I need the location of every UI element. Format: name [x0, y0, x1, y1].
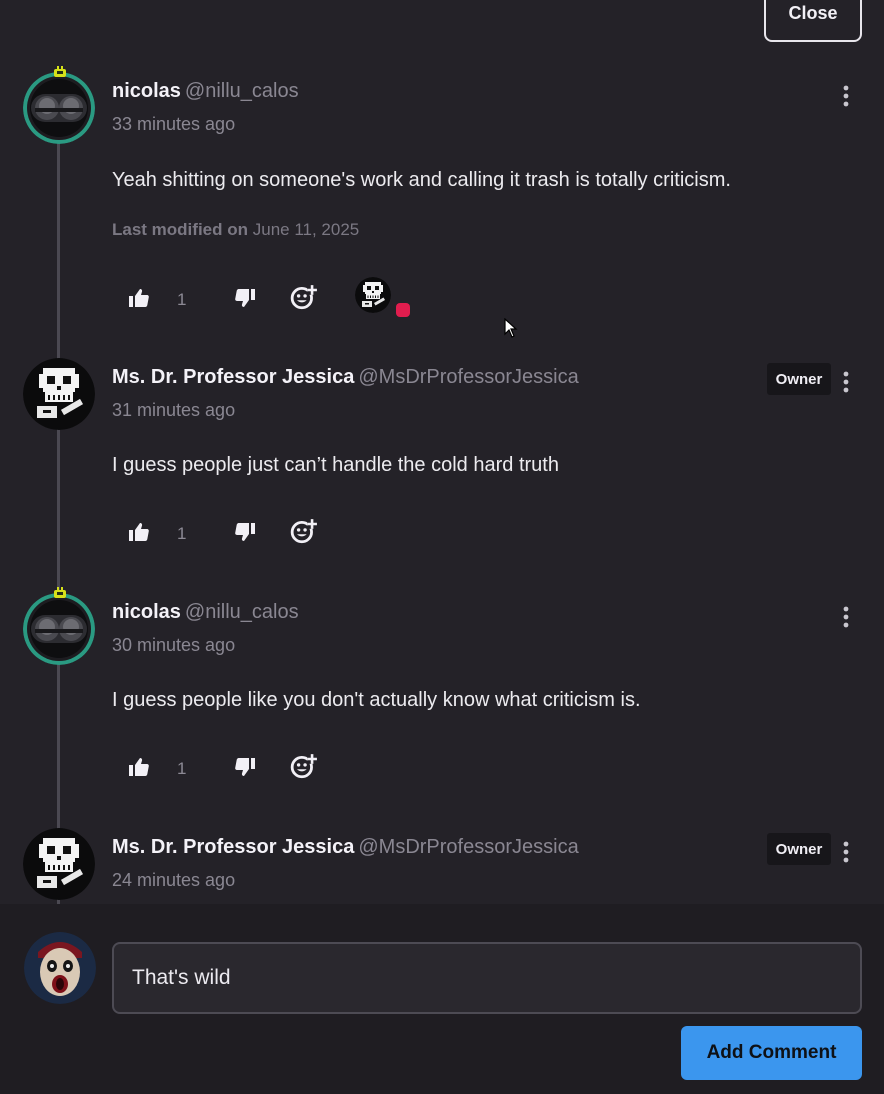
author-handle[interactable]: @MsDrProfessorJessica	[358, 836, 578, 858]
author-handle[interactable]: @nillu_calos	[185, 601, 299, 623]
last-modified-label: Last modified on	[112, 220, 248, 239]
more-options-icon[interactable]	[834, 605, 858, 629]
more-options-icon[interactable]	[834, 370, 858, 394]
author-name[interactable]: Ms. Dr. Professor Jessica	[112, 836, 354, 858]
owner-badge: Owner	[767, 363, 831, 395]
comment-timestamp: 30 minutes ago	[112, 635, 236, 655]
comment-author: nicolas @nillu_calos	[112, 80, 299, 103]
comment-text: Yeah shitting on someone's work and call…	[112, 169, 731, 191]
author-handle[interactable]: @MsDrProfessorJessica	[358, 366, 578, 388]
reaction-avatar[interactable]	[355, 277, 391, 313]
comment-text: I guess people like you don't actually k…	[112, 689, 641, 711]
robot-avatar-icon	[23, 593, 95, 665]
more-options-icon[interactable]	[834, 840, 858, 864]
comment-author: Ms. Dr. Professor Jessica @MsDrProfessorJ…	[112, 836, 579, 859]
owner-badge: Owner	[767, 833, 831, 865]
add-reaction-icon[interactable]	[290, 752, 318, 780]
comment-input[interactable]	[112, 942, 862, 1014]
skeleton-avatar-icon	[23, 358, 95, 430]
thumbs-down-icon[interactable]	[233, 755, 257, 779]
avatar[interactable]	[23, 593, 95, 665]
skeleton-avatar-icon	[23, 828, 95, 900]
add-reaction-icon[interactable]	[290, 517, 318, 545]
add-comment-button[interactable]: Add Comment	[681, 1026, 862, 1080]
current-user-avatar	[24, 932, 96, 1004]
more-options-icon[interactable]	[834, 84, 858, 108]
comment-text: I guess people just can’t handle the col…	[112, 454, 559, 476]
thread-line	[57, 140, 60, 910]
comment-timestamp: 33 minutes ago	[112, 114, 236, 134]
comment-timestamp: 24 minutes ago	[112, 870, 236, 890]
crown-icon	[54, 587, 66, 598]
author-name[interactable]: nicolas	[112, 80, 181, 102]
thumbs-up-icon[interactable]	[127, 286, 151, 310]
add-reaction-icon[interactable]	[290, 283, 318, 311]
comment-author: nicolas @nillu_calos	[112, 601, 299, 624]
like-count: 1	[177, 290, 187, 309]
like-count: 1	[177, 524, 187, 543]
like-count: 1	[177, 759, 187, 778]
close-button[interactable]: Close	[764, 0, 862, 42]
comment-author: Ms. Dr. Professor Jessica @MsDrProfessorJ…	[112, 366, 579, 389]
avatar[interactable]	[23, 72, 95, 144]
comment-actions: 1	[112, 514, 432, 554]
robot-avatar-icon	[23, 72, 95, 144]
skeleton-reaction-icon	[355, 277, 391, 313]
comment-timestamp: 31 minutes ago	[112, 400, 236, 420]
crown-icon	[54, 66, 66, 77]
author-name[interactable]: nicolas	[112, 601, 181, 623]
clown-avatar-icon	[24, 932, 96, 1004]
comment-actions: 1	[112, 280, 432, 320]
avatar[interactable]	[23, 358, 95, 430]
thumbs-down-icon[interactable]	[233, 520, 257, 544]
author-name[interactable]: Ms. Dr. Professor Jessica	[112, 366, 354, 388]
comment-composer: Add Comment	[0, 904, 884, 1094]
comment-actions: 1	[112, 749, 432, 789]
avatar[interactable]	[23, 828, 95, 900]
last-modified: Last modified on June 11, 2025	[112, 220, 359, 240]
thumbs-up-icon[interactable]	[127, 755, 151, 779]
thumbs-down-icon[interactable]	[233, 286, 257, 310]
last-modified-date: June 11, 2025	[252, 220, 360, 239]
author-handle[interactable]: @nillu_calos	[185, 80, 299, 102]
mouse-cursor-icon	[504, 318, 518, 338]
reaction-indicator	[396, 303, 410, 317]
thumbs-up-icon[interactable]	[127, 520, 151, 544]
